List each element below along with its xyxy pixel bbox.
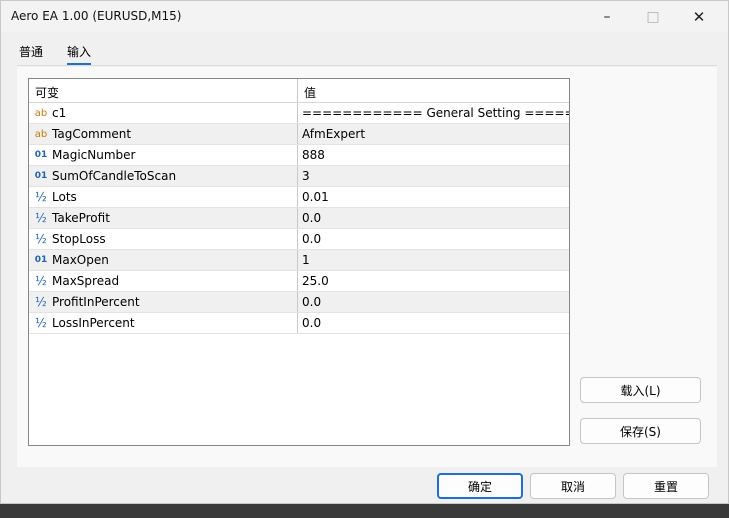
- value-cell[interactable]: 0.01: [298, 187, 569, 207]
- grid-body: ab c1 ============ General Setting =====..…: [29, 103, 569, 334]
- inputs-grid: 可变 值 ab c1 ============ General Setting ==…: [28, 78, 570, 446]
- variable-name: MaxOpen: [52, 253, 109, 267]
- integer-type-icon: 01: [34, 171, 48, 181]
- value-cell[interactable]: 0.0: [298, 313, 569, 333]
- table-row[interactable]: 01 SumOfCandleToScan 3: [29, 166, 569, 187]
- value-cell[interactable]: 3: [298, 166, 569, 186]
- variable-cell: 01 MaxOpen: [29, 250, 298, 270]
- save-button[interactable]: 保存(S): [580, 418, 701, 444]
- column-header-value[interactable]: 值: [298, 79, 569, 102]
- variable-name: ProfitInPercent: [52, 295, 140, 309]
- string-type-icon: ab: [34, 128, 48, 140]
- variable-name: TakeProfit: [52, 211, 110, 225]
- minimize-icon[interactable]: –: [584, 1, 630, 32]
- variable-cell: 01 MagicNumber: [29, 145, 298, 165]
- maximize-icon[interactable]: □: [630, 1, 676, 32]
- double-type-icon: ½: [35, 316, 47, 330]
- tab-divider: [17, 65, 717, 66]
- integer-type-icon: 01: [34, 150, 48, 160]
- table-row[interactable]: ½ StopLoss 0.0: [29, 229, 569, 250]
- value-cell[interactable]: 1: [298, 250, 569, 270]
- variable-name: Lots: [52, 190, 77, 204]
- variable-cell: ½ ProfitInPercent: [29, 292, 298, 312]
- variable-name: MaxSpread: [52, 274, 120, 288]
- value-cell[interactable]: 888: [298, 145, 569, 165]
- table-row[interactable]: 01 MaxOpen 1: [29, 250, 569, 271]
- variable-name: TagComment: [52, 127, 132, 141]
- double-type-icon: ½: [35, 232, 47, 246]
- reset-button[interactable]: 重置: [623, 473, 709, 499]
- variable-name: c1: [52, 106, 67, 120]
- tab-general[interactable]: 普通: [19, 43, 43, 65]
- value-cell[interactable]: ============ General Setting =====...: [298, 103, 569, 123]
- value-cell[interactable]: 0.0: [298, 229, 569, 249]
- double-type-icon: ½: [35, 190, 47, 204]
- background-window: [0, 504, 729, 518]
- variable-cell: ½ TakeProfit: [29, 208, 298, 228]
- table-row[interactable]: ½ MaxSpread 25.0: [29, 271, 569, 292]
- variable-cell: ½ MaxSpread: [29, 271, 298, 291]
- title-bar[interactable]: Aero EA 1.00 (EURUSD,M15) – □ ✕: [1, 1, 728, 32]
- variable-cell: ½ LossInPercent: [29, 313, 298, 333]
- integer-type-icon: 01: [34, 255, 48, 265]
- variable-cell: ½ Lots: [29, 187, 298, 207]
- variable-name: MagicNumber: [52, 148, 136, 162]
- table-row[interactable]: ½ ProfitInPercent 0.0: [29, 292, 569, 313]
- table-row[interactable]: ½ Lots 0.01: [29, 187, 569, 208]
- column-header-variable[interactable]: 可变: [29, 79, 298, 102]
- variable-cell: ab c1: [29, 103, 298, 123]
- table-row[interactable]: ½ TakeProfit 0.0: [29, 208, 569, 229]
- variable-name: StopLoss: [52, 232, 106, 246]
- close-icon[interactable]: ✕: [676, 1, 722, 32]
- tab-bar: 普通 输入: [19, 43, 92, 65]
- table-row[interactable]: 01 MagicNumber 888: [29, 145, 569, 166]
- load-button[interactable]: 载入(L): [580, 377, 701, 403]
- ok-button[interactable]: 确定: [437, 473, 523, 499]
- double-type-icon: ½: [35, 274, 47, 288]
- table-row[interactable]: ab c1 ============ General Setting =====..…: [29, 103, 569, 124]
- value-cell[interactable]: 25.0: [298, 271, 569, 291]
- window-title: Aero EA 1.00 (EURUSD,M15): [11, 9, 182, 23]
- variable-name: LossInPercent: [52, 316, 135, 330]
- double-type-icon: ½: [35, 295, 47, 309]
- string-type-icon: ab: [34, 107, 48, 119]
- value-cell[interactable]: AfmExpert: [298, 124, 569, 144]
- variable-cell: 01 SumOfCandleToScan: [29, 166, 298, 186]
- table-row[interactable]: ab TagComment AfmExpert: [29, 124, 569, 145]
- tab-inputs[interactable]: 输入: [67, 43, 92, 65]
- value-cell[interactable]: 0.0: [298, 292, 569, 312]
- cancel-button[interactable]: 取消: [530, 473, 616, 499]
- variable-name: SumOfCandleToScan: [52, 169, 177, 183]
- double-type-icon: ½: [35, 211, 47, 225]
- variable-cell: ½ StopLoss: [29, 229, 298, 249]
- table-row[interactable]: ½ LossInPercent 0.0: [29, 313, 569, 334]
- variable-cell: ab TagComment: [29, 124, 298, 144]
- grid-header: 可变 值: [29, 79, 569, 103]
- value-cell[interactable]: 0.0: [298, 208, 569, 228]
